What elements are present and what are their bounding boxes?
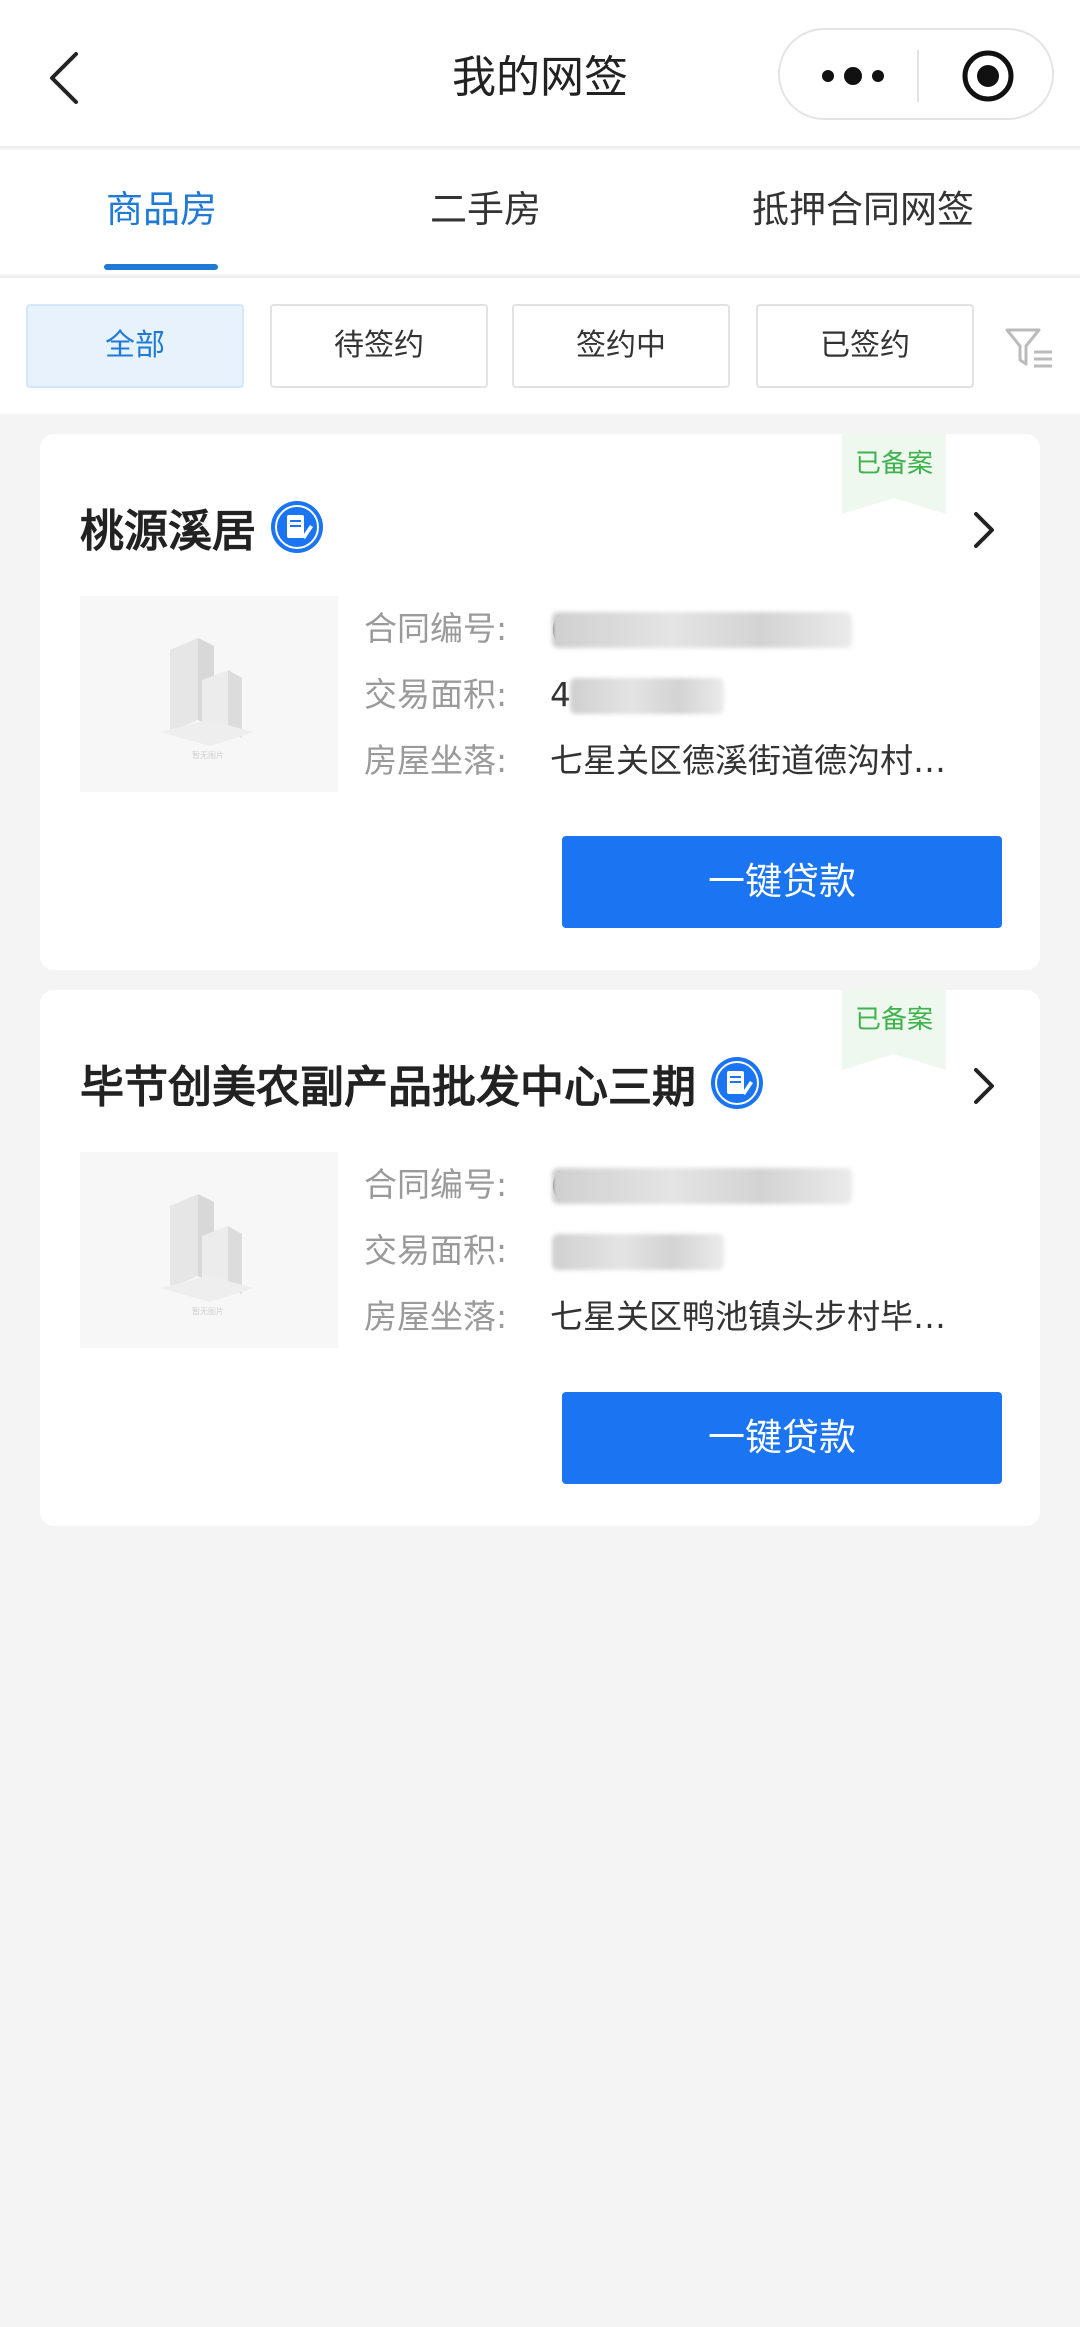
one-click-loan-button[interactable]: 一键贷款 <box>562 836 1002 928</box>
project-title[interactable]: 毕节创美农副产品批发中心三期 <box>80 1050 764 1126</box>
property-thumbnail: 暂无图片 <box>80 1152 338 1348</box>
mini-program-capsule <box>778 28 1054 120</box>
contract-number-label: 合同编号: <box>364 609 508 648</box>
project-name: 毕节创美农副产品批发中心三期 <box>80 1062 696 1113</box>
address-label: 房屋坐落: <box>364 741 508 780</box>
redacted-contract-number <box>552 1168 852 1204</box>
redacted-area <box>570 678 724 714</box>
close-miniprogram-icon[interactable] <box>960 48 1016 104</box>
tab-mortgage-contract[interactable]: 抵押合同网签 <box>752 180 974 240</box>
filter-all[interactable]: 全部 <box>26 304 244 388</box>
status-badge: 已备案 <box>854 1005 933 1035</box>
svg-text:暂无图片: 暂无图片 <box>192 1306 224 1316</box>
address-value: 七星关区鸭池镇头步村毕… <box>550 1297 946 1336</box>
status-filter-bar: 全部 待签约 签约中 已签约 <box>0 276 1080 414</box>
document-icon <box>711 1057 763 1109</box>
property-thumbnail: 暂无图片 <box>80 596 338 792</box>
svg-text:暂无图片: 暂无图片 <box>192 750 224 760</box>
contract-card[interactable]: 已备案 桃源溪居 暂无图片 合同编号: ( 交易面积: 4 房屋坐落: 七星关区… <box>40 434 1040 970</box>
one-click-loan-button[interactable]: 一键贷款 <box>562 1392 1002 1484</box>
capsule-divider <box>917 50 919 102</box>
redacted-area <box>552 1234 724 1270</box>
address-label: 房屋坐落: <box>364 1297 508 1336</box>
category-tabs: 商品房 二手房 抵押合同网签 <box>0 150 1080 274</box>
tab-commercial-housing[interactable]: 商品房 <box>106 180 217 240</box>
chevron-right-icon[interactable] <box>968 506 1000 554</box>
navigation-bar: 我的网签 <box>0 0 1080 148</box>
area-label: 交易面积: <box>364 1231 508 1270</box>
area-label: 交易面积: <box>364 675 508 714</box>
chevron-right-icon[interactable] <box>968 1062 1000 1110</box>
filter-signing[interactable]: 签约中 <box>512 304 730 388</box>
contract-card[interactable]: 已备案 毕节创美农副产品批发中心三期 暂无图片 合同编号: ( 交易面积: 房屋… <box>40 990 1040 1526</box>
building-placeholder-icon: 暂无图片 <box>160 1194 254 1316</box>
document-icon <box>271 501 323 553</box>
area-value: 4 <box>550 675 571 714</box>
filter-icon[interactable] <box>1004 326 1056 370</box>
building-placeholder-icon: 暂无图片 <box>160 638 254 760</box>
active-tab-indicator <box>104 264 218 270</box>
address-value: 七星关区德溪街道德沟村… <box>550 741 946 780</box>
project-title[interactable]: 桃源溪居 <box>80 494 324 570</box>
tab-second-hand-housing[interactable]: 二手房 <box>430 180 541 240</box>
more-icon[interactable] <box>818 58 888 94</box>
status-badge: 已备案 <box>854 449 933 479</box>
filter-pending-sign[interactable]: 待签约 <box>270 304 488 388</box>
redacted-contract-number <box>552 612 852 648</box>
filter-signed[interactable]: 已签约 <box>756 304 974 388</box>
contract-number-label: 合同编号: <box>364 1165 508 1204</box>
project-name: 桃源溪居 <box>80 506 256 557</box>
